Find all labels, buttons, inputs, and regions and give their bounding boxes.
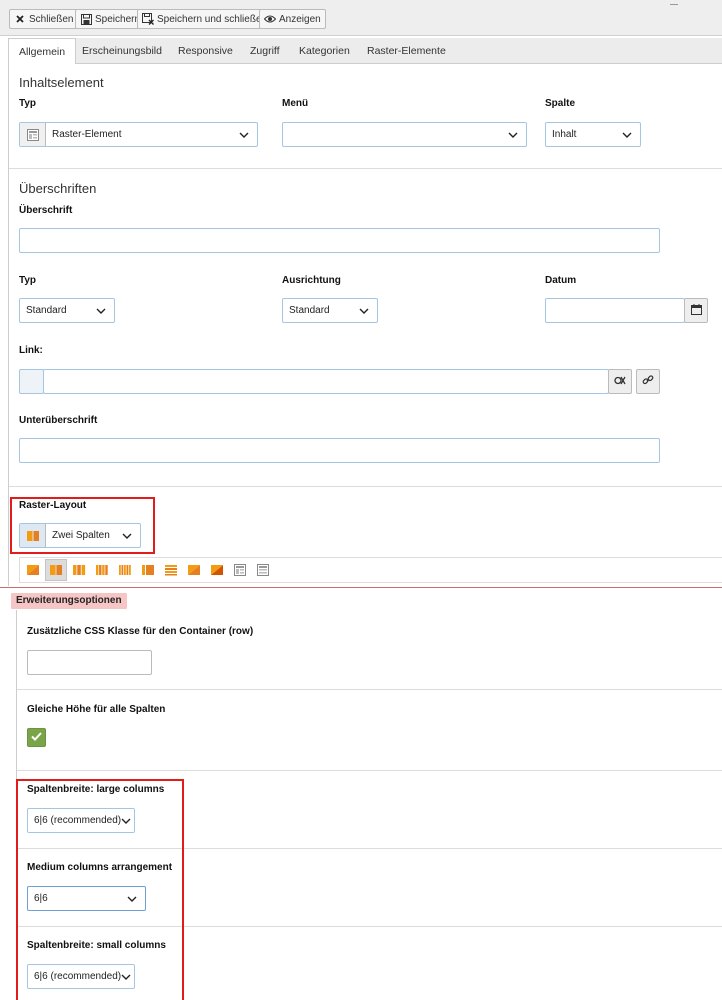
column-select[interactable]: Inhalt (545, 122, 641, 147)
layout-one-column-icon[interactable] (22, 559, 44, 581)
layout-table-grid-alt-icon[interactable] (252, 559, 274, 581)
tab-kategorien[interactable]: Kategorien (289, 38, 360, 64)
tab-erscheinungsbild[interactable]: Erscheinungsbild (72, 38, 172, 64)
date-label: Datum (545, 275, 577, 286)
close-icon (14, 13, 26, 25)
link-browser-button[interactable] (636, 369, 660, 394)
chevron-down-icon (506, 128, 520, 142)
link-type-indicator (19, 369, 44, 394)
css-class-label: Zusätzliche CSS Klasse für den Container… (27, 626, 254, 637)
layout-two-blocks-icon[interactable] (206, 559, 228, 581)
spalte-label: Spalte (545, 98, 576, 109)
date-input[interactable] (545, 298, 685, 323)
section-divider (17, 770, 722, 771)
section-title-inhaltselement: Inhaltselement (19, 75, 104, 90)
header-type-value: Standard (26, 305, 67, 316)
tab-raster-elemente[interactable]: Raster-Elemente (357, 38, 456, 64)
header-input[interactable] (19, 228, 660, 253)
layout-table-grid-icon[interactable] (229, 559, 251, 581)
extension-divider (0, 587, 722, 588)
content-type-value: Raster-Element (52, 129, 122, 140)
link-input[interactable] (43, 369, 609, 394)
header-type-label: Typ (19, 275, 37, 286)
chevron-down-icon (237, 128, 251, 142)
chevron-down-icon (357, 304, 371, 318)
layout-two-columns-icon[interactable] (45, 559, 67, 581)
tab-allgemein[interactable]: Allgemein (8, 38, 77, 65)
section-divider (9, 168, 722, 169)
highlight-column-widths (16, 779, 184, 1000)
link-clear-icon (614, 375, 626, 389)
link-icon (642, 374, 654, 389)
view-button[interactable]: Anzeigen (259, 9, 326, 29)
subheader-label: Unterüberschrift (19, 415, 98, 426)
tab-zugriff[interactable]: Zugriff (240, 38, 290, 64)
section-divider (9, 486, 722, 487)
equal-height-checkbox[interactable] (27, 728, 46, 747)
chevron-down-icon (94, 304, 108, 318)
layout-four-columns-icon[interactable] (91, 559, 113, 581)
save-button[interactable]: Speichern (75, 9, 146, 29)
subheader-input[interactable] (19, 438, 660, 463)
column-value: Inhalt (552, 129, 577, 140)
content-type-select[interactable]: Raster-Element (19, 122, 258, 147)
layout-three-columns-wide-icon[interactable] (137, 559, 159, 581)
calendar-icon (690, 303, 702, 318)
section-divider (17, 689, 722, 690)
layout-stacked-rows-icon[interactable] (160, 559, 182, 581)
chevron-down-icon (620, 128, 634, 142)
link-label: Link: (19, 345, 43, 356)
save-and-close-button[interactable]: Speichern und schließen (137, 9, 273, 29)
tab-responsive[interactable]: Responsive (168, 38, 243, 64)
save-icon (80, 13, 92, 25)
close-button[interactable]: Schließen (9, 9, 79, 29)
alignment-value: Standard (289, 305, 330, 316)
menu-label: Menü (282, 98, 309, 109)
tab-bar: Allgemein Erscheinungsbild Responsive Zu… (8, 38, 722, 65)
highlight-grid-layout (10, 497, 155, 554)
typ-label: Typ (19, 98, 37, 109)
equal-height-label: Gleiche Höhe für alle Spalten (27, 704, 166, 715)
link-clear-button[interactable] (608, 369, 632, 394)
eye-icon (264, 13, 276, 25)
layout-three-columns-icon[interactable] (68, 559, 90, 581)
content-element-icon (20, 123, 46, 146)
menu-select[interactable] (282, 122, 527, 147)
grid-layout-icon-bar (19, 557, 722, 583)
extension-options-badge: Erweiterungsoptionen (11, 593, 127, 609)
checkmark-icon (31, 731, 42, 744)
css-class-input[interactable] (27, 650, 152, 675)
header-label: Überschrift (19, 205, 73, 216)
header-type-select[interactable]: Standard (19, 298, 115, 323)
calendar-button[interactable] (684, 298, 708, 323)
alignment-select[interactable]: Standard (282, 298, 378, 323)
toolbar-edge-mark (670, 4, 678, 5)
section-title-ueberschriften: Überschriften (19, 181, 97, 196)
layout-single-block-icon[interactable] (183, 559, 205, 581)
doc-header-toolbar: Schließen Speichern Speichern und schlie… (0, 0, 722, 36)
layout-five-columns-icon[interactable] (114, 559, 136, 581)
alignment-label: Ausrichtung (282, 275, 341, 286)
save-close-icon (142, 13, 154, 25)
